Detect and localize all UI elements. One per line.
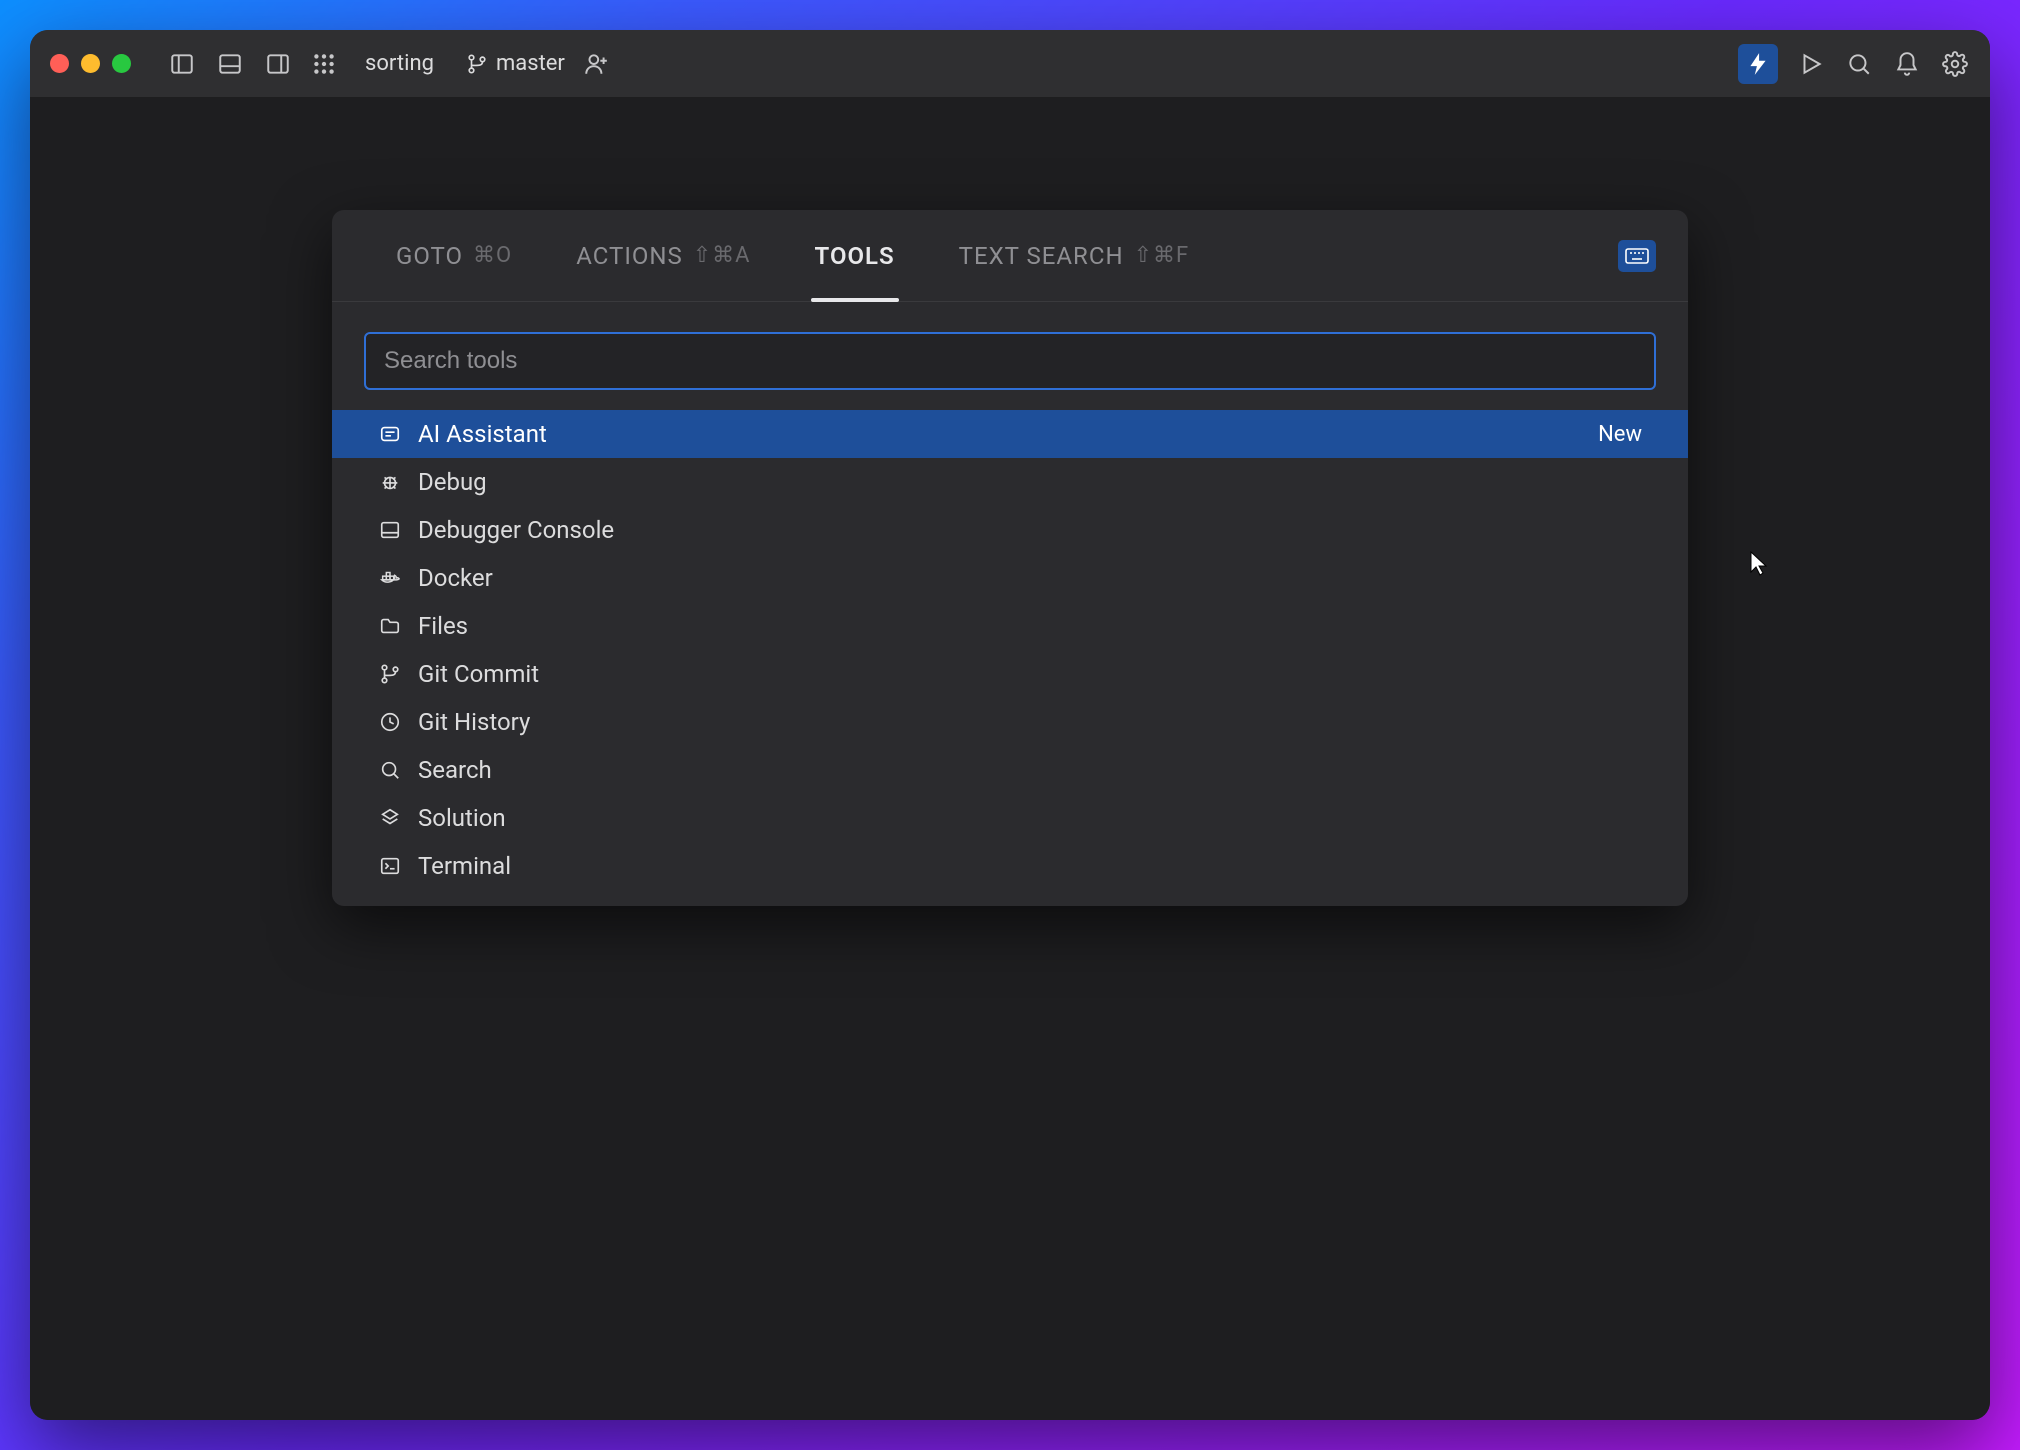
palette-item-terminal[interactable]: Terminal [332,842,1688,890]
tab-goto[interactable]: GOTO ⌘O [364,210,544,301]
palette-item-git-commit[interactable]: Git Commit [332,650,1688,698]
minimize-window-button[interactable] [81,54,100,73]
palette-item-debugger-console[interactable]: Debugger Console [332,506,1688,554]
palette-item-label: Terminal [418,852,511,880]
palette-search-wrapper [332,302,1688,410]
docker-icon [378,566,402,590]
notifications-icon[interactable] [1892,49,1922,79]
maximize-window-button[interactable] [112,54,131,73]
keyboard-shortcuts-icon[interactable] [1618,240,1656,272]
titlebar: sorting master [30,30,1990,98]
commit-icon [378,662,402,686]
solution-icon [378,806,402,830]
close-window-button[interactable] [50,54,69,73]
ai-assistant-icon [378,422,402,446]
clock-icon [378,710,402,734]
run-icon[interactable] [1796,49,1826,79]
branch-selector[interactable]: master [466,51,565,76]
palette-results: AI Assistant New Debug Debugger Console [332,410,1688,906]
palette-item-ai-assistant[interactable]: AI Assistant New [332,410,1688,458]
left-panel-toggle-icon[interactable] [167,49,197,79]
palette-item-label: AI Assistant [418,420,547,448]
palette-item-label: Debugger Console [418,516,614,544]
panel-toggle-group [167,49,293,79]
palette-item-label: Docker [418,564,493,592]
palette-item-label: Git History [418,708,530,736]
terminal-icon [378,854,402,878]
palette-item-label: Debug [418,468,487,496]
palette-item-label: Search [418,756,492,784]
palette-item-badge: New [1598,422,1642,447]
settings-icon[interactable] [1940,49,1970,79]
palette-item-label: Git Commit [418,660,539,688]
tab-shortcut: ⇧⌘A [693,243,751,268]
tab-label: TOOLS [815,242,895,270]
folder-icon [378,614,402,638]
editor-area: GOTO ⌘O ACTIONS ⇧⌘A TOOLS TEXT SEARCH ⇧⌘… [30,98,1990,1420]
branch-name: master [496,51,565,76]
ai-bolt-icon[interactable] [1738,44,1778,84]
bug-icon [378,470,402,494]
search-icon [378,758,402,782]
bottom-panel-toggle-icon[interactable] [215,49,245,79]
palette-item-files[interactable]: Files [332,602,1688,650]
palette-item-solution[interactable]: Solution [332,794,1688,842]
palette-tabs: GOTO ⌘O ACTIONS ⇧⌘A TOOLS TEXT SEARCH ⇧⌘… [332,210,1688,302]
right-panel-toggle-icon[interactable] [263,49,293,79]
project-name[interactable]: sorting [365,51,434,76]
palette-item-docker[interactable]: Docker [332,554,1688,602]
tab-actions[interactable]: ACTIONS ⇧⌘A [544,210,782,301]
tab-label: GOTO [396,242,463,270]
search-icon[interactable] [1844,49,1874,79]
console-icon [378,518,402,542]
palette-item-label: Solution [418,804,506,832]
ide-window: sorting master [30,30,1990,1420]
palette-item-search[interactable]: Search [332,746,1688,794]
titlebar-right [1738,44,1970,84]
tab-text-search[interactable]: TEXT SEARCH ⇧⌘F [927,210,1221,301]
mouse-cursor [1748,550,1770,578]
tab-shortcut: ⌘O [473,243,512,268]
palette-item-debug[interactable]: Debug [332,458,1688,506]
palette-item-git-history[interactable]: Git History [332,698,1688,746]
tab-shortcut: ⇧⌘F [1134,243,1190,268]
palette-search-input[interactable] [364,332,1656,390]
window-controls [50,54,131,73]
tab-label: ACTIONS [576,242,683,270]
grid-menu-icon[interactable] [309,49,339,79]
add-user-icon[interactable] [581,49,611,79]
command-palette: GOTO ⌘O ACTIONS ⇧⌘A TOOLS TEXT SEARCH ⇧⌘… [332,210,1688,906]
tab-tools[interactable]: TOOLS [783,210,927,301]
palette-item-label: Files [418,612,468,640]
tab-label: TEXT SEARCH [959,242,1124,270]
branch-icon [466,53,488,75]
